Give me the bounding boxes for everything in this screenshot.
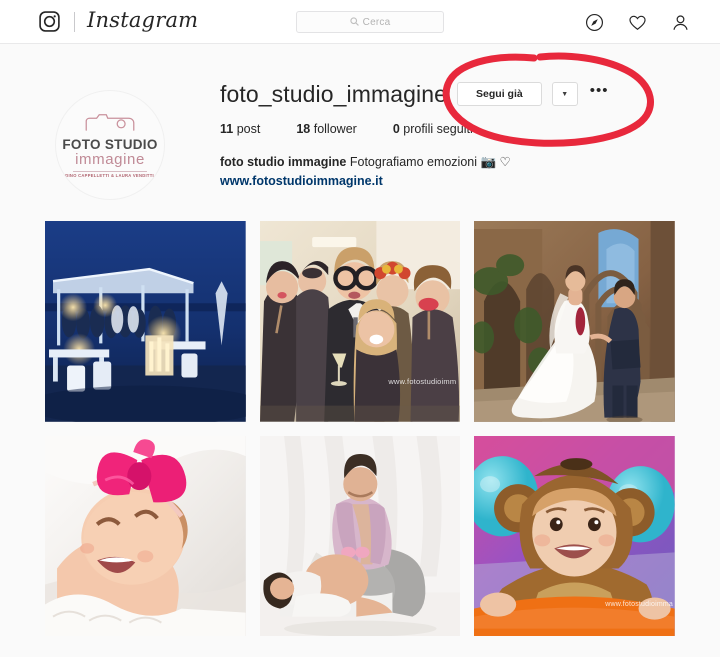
username-row: foto_studio_immagine Segui già ▼ ••• <box>220 82 690 106</box>
top-navigation-bar: Instagram Cerca <box>0 0 720 44</box>
profile-header: FOTO STUDIO immagine DINO CAPPELLETTI & … <box>0 44 720 200</box>
follow-button[interactable]: Segui già <box>457 82 542 106</box>
post-baby-monkey-costume[interactable]: www.fotostudioimma <box>474 435 675 637</box>
post-maternity-couple[interactable] <box>259 435 461 637</box>
post-bride-groom-ruins[interactable] <box>474 221 675 422</box>
instagram-camera-icon[interactable] <box>38 10 61 33</box>
bio-display-name: foto studio immagine <box>220 155 347 169</box>
stat-posts[interactable]: 11 post <box>220 122 260 136</box>
search-icon <box>349 13 363 31</box>
activity-heart-icon[interactable] <box>628 13 647 32</box>
camera-outline-icon <box>84 112 136 138</box>
instagram-wordmark[interactable]: Instagram <box>87 10 198 33</box>
stat-followers[interactable]: 18 follower <box>296 122 356 136</box>
logo-line-3: DINO CAPPELLETTI & LAURA VENDITTI <box>65 173 155 179</box>
profile-avatar[interactable]: FOTO STUDIO immagine DINO CAPPELLETTI & … <box>55 90 165 200</box>
profile-person-icon[interactable] <box>671 13 690 32</box>
profile-website-link[interactable]: www.fotostudioimmagine.it <box>220 172 690 191</box>
profile-info-column: foto_studio_immagine Segui già ▼ ••• 11 … <box>220 82 720 200</box>
navbar-actions <box>585 0 690 44</box>
navbar-brand[interactable]: Instagram <box>38 10 198 33</box>
search-placeholder: Cerca <box>362 16 391 28</box>
logo-line-2: immagine <box>75 151 145 169</box>
more-options-button[interactable]: ••• <box>588 83 613 98</box>
profile-bio: foto studio immagine Fotografiamo emozio… <box>220 153 690 192</box>
post-newborn-pink-bow[interactable] <box>45 435 246 637</box>
post-grid: www.fotostudioimm www.fotostudioimma <box>45 221 675 637</box>
chevron-down-icon[interactable]: ▼ <box>551 82 578 106</box>
stat-following[interactable]: 0 profili seguiti <box>393 122 473 136</box>
bio-text: Fotografiamo emozioni 📷 ♡ <box>349 155 511 169</box>
logo-divider <box>73 170 147 172</box>
explore-compass-icon[interactable] <box>585 13 604 32</box>
post-photobooth-group[interactable]: www.fotostudioimm <box>259 221 461 422</box>
search-input[interactable]: Cerca <box>296 11 444 33</box>
profile-stats: 11 post 18 follower 0 profili seguiti <box>220 122 690 136</box>
page-title: foto_studio_immagine <box>220 80 448 107</box>
navbar-divider <box>74 11 75 32</box>
post-beach-wedding-reception[interactable] <box>45 221 246 422</box>
avatar-column: FOTO STUDIO immagine DINO CAPPELLETTI & … <box>0 82 220 200</box>
logo-line-1: FOTO STUDIO <box>62 137 158 153</box>
